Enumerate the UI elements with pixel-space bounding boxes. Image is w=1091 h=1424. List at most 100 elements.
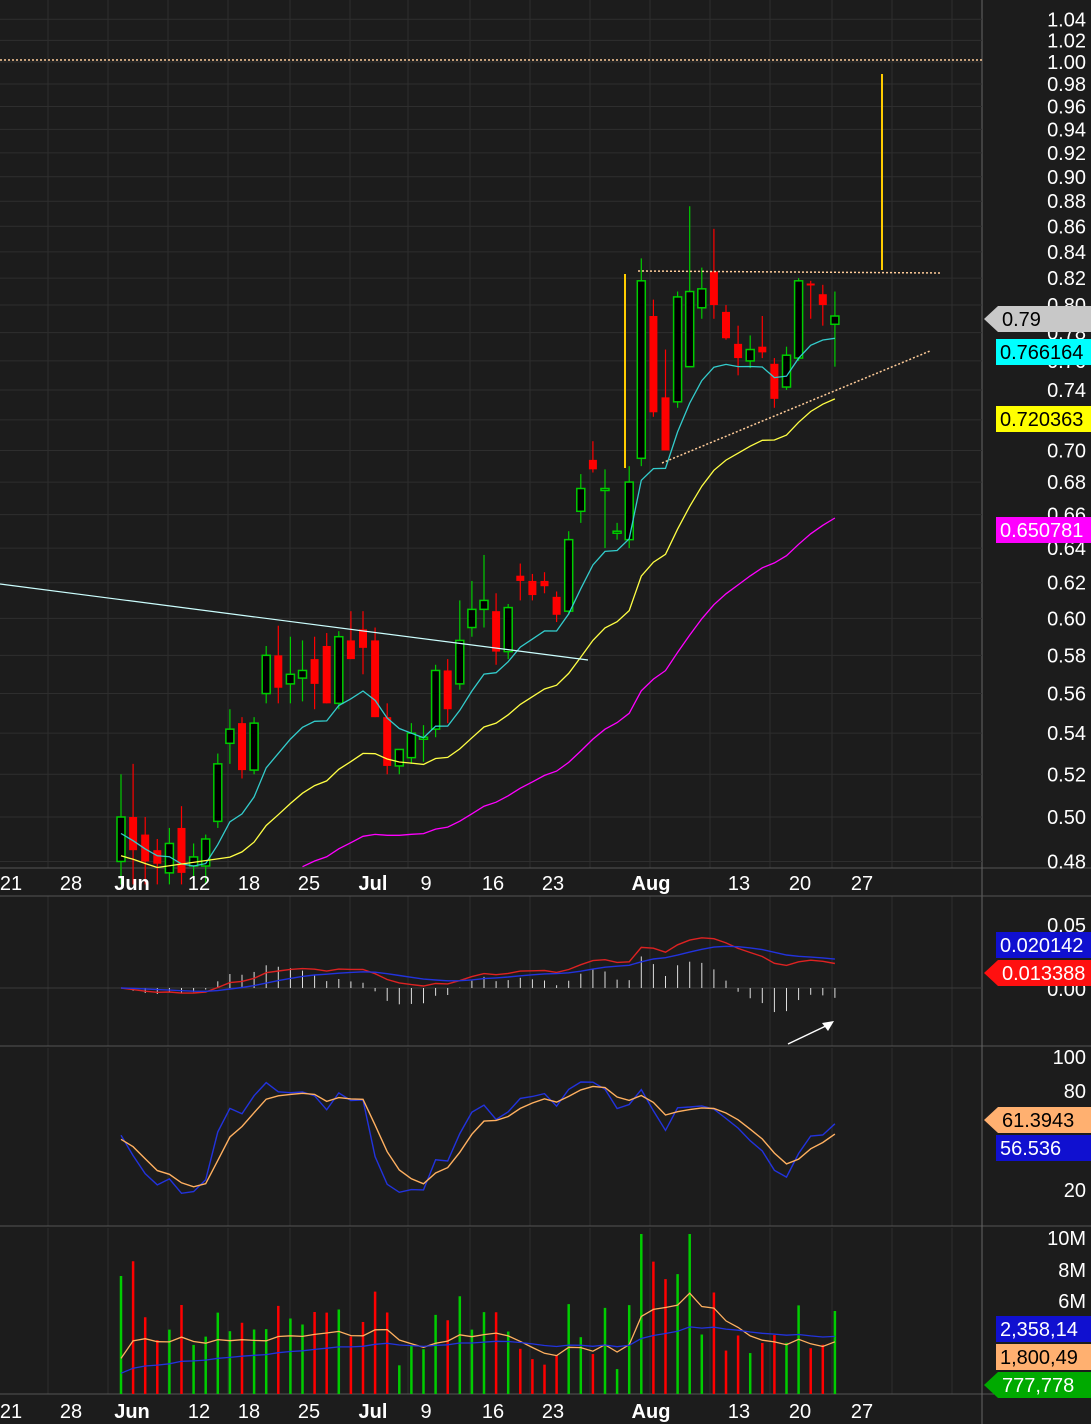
x-axis-label: 21	[0, 873, 22, 895]
candle-body-down	[734, 343, 743, 359]
candle-body-down	[153, 850, 162, 864]
candle-body-up	[455, 639, 465, 685]
candle-body-up	[612, 530, 622, 534]
volume-last-tag-text: 777,778	[1002, 1375, 1074, 1397]
candle-body-up	[684, 290, 695, 368]
candle-body-down	[129, 817, 138, 851]
volume-x-axis-label: Jul	[359, 1401, 388, 1423]
volume-x-axis-label: 28	[60, 1401, 82, 1423]
volume-x-axis-label: 21	[0, 1401, 22, 1423]
x-axis-label: 28	[60, 873, 82, 895]
candle-body-down	[346, 640, 355, 660]
x-axis-label: 25	[298, 873, 320, 895]
candle-body-up	[116, 816, 126, 863]
volume-x-axis-label: 18	[238, 1401, 260, 1423]
candle-body-down	[540, 580, 549, 587]
candle-body-up	[600, 487, 610, 492]
price-tick-label: 1.04	[1047, 9, 1086, 31]
price-tick-label: 0.94	[1047, 119, 1086, 141]
price-tick-label: 0.74	[1047, 380, 1086, 402]
candle-body-up	[503, 606, 513, 653]
candle-body-up	[213, 763, 223, 823]
stochastic-d-tag-text: 61.3943	[1002, 1110, 1074, 1132]
candle-body-up	[793, 280, 804, 359]
x-axis-label: 16	[482, 873, 504, 895]
volume-x-axis-label: Aug	[632, 1401, 671, 1423]
ema-fast-tag-text: 0.766164	[1000, 342, 1083, 364]
candle-body-up	[249, 722, 259, 771]
price-tick-label: 0.98	[1047, 74, 1086, 96]
x-axis-label: Jul	[359, 873, 388, 895]
candle-body-down	[552, 596, 561, 615]
candle-body-up	[406, 732, 417, 759]
x-axis-label: 27	[851, 873, 873, 895]
price-tick-label: 0.90	[1047, 167, 1086, 189]
candle-body-up	[479, 599, 489, 611]
candle-body-up	[430, 669, 441, 730]
ema-mid-tag-text: 0.720363	[1000, 409, 1083, 431]
candle-body-up	[334, 635, 344, 705]
candle-body-down	[492, 611, 501, 652]
x-axis-label: 13	[728, 873, 750, 895]
candle-body-up	[563, 538, 574, 612]
stock-chart: 1.041.021.000.980.960.940.920.900.88 0.86…	[0, 0, 1091, 1424]
candle-body-down	[274, 655, 283, 688]
candle-body-down	[709, 271, 718, 306]
x-axis-label: 18	[238, 873, 260, 895]
price-tick-label: 0.92	[1047, 143, 1086, 165]
price-tick-label: 0.70	[1047, 441, 1086, 463]
candle-body-up	[830, 315, 840, 326]
volume-x-axis-label: 13	[728, 1401, 750, 1423]
candle-body-down	[661, 397, 670, 451]
volume-avg-fast-tag-text: 1,800,49	[1000, 1347, 1078, 1369]
candle-body-up	[285, 673, 296, 685]
candle-body-down	[770, 363, 779, 399]
candle-body-down	[528, 580, 537, 596]
last-price-tag-text: 0.79	[1002, 309, 1041, 331]
x-axis-label: 20	[789, 873, 811, 895]
x-axis-label: 23	[542, 873, 564, 895]
price-tick-label: 0.86	[1047, 216, 1086, 238]
price-tick-label: 0.62	[1047, 573, 1086, 595]
stochastic-tick-label: 20	[1064, 1180, 1086, 1202]
candle-body-down	[177, 827, 186, 873]
candle-body-down	[758, 346, 767, 353]
price-tick-label: 1.02	[1047, 30, 1086, 52]
candle-body-down	[722, 311, 730, 339]
volume-x-axis-label: 27	[851, 1401, 873, 1423]
candle-body-up	[697, 288, 707, 309]
candle-body-down	[238, 723, 246, 771]
candle-body-down	[516, 575, 525, 581]
volume-x-axis-label: 25	[298, 1401, 320, 1423]
volume-tick-label: 6M	[1058, 1291, 1086, 1313]
price-tick-label: 0.58	[1047, 645, 1086, 667]
price-tick-label: 0.52	[1047, 764, 1086, 786]
price-tick-label: 0.68	[1047, 472, 1086, 494]
volume-tick-label: 10M	[1047, 1228, 1086, 1250]
price-tick-label: 0.56	[1047, 684, 1086, 706]
price-tick-label: 0.82	[1047, 268, 1086, 290]
stochastic-tick-label: 100	[1053, 1047, 1086, 1069]
volume-avg-slow-tag-text: 2,358,14	[1000, 1319, 1078, 1341]
price-tick-label: 0.50	[1047, 807, 1086, 829]
candle-body-down	[818, 294, 827, 306]
candle-body-up	[225, 728, 235, 745]
candle-body-down	[371, 640, 380, 718]
price-panel-bg	[0, 0, 982, 868]
candle-body-down	[649, 316, 658, 413]
candle-body-up	[467, 608, 477, 629]
x-axis-label: Aug	[632, 873, 671, 895]
candle-body-up	[200, 838, 211, 867]
candle-body-up	[745, 348, 755, 362]
candle-body-down	[443, 670, 452, 710]
candle-body-down	[322, 645, 331, 704]
macd-panel-bg	[0, 896, 982, 1046]
candle-body-up	[672, 296, 683, 403]
volume-x-axis-label: 9	[420, 1401, 431, 1423]
candle-body-down	[141, 834, 150, 862]
volume-x-axis-label: 16	[482, 1401, 504, 1423]
candle-body-up	[636, 280, 647, 460]
candle-body-up	[297, 669, 308, 679]
price-tick-label: 0.96	[1047, 96, 1086, 118]
candle-body-up	[624, 481, 634, 541]
